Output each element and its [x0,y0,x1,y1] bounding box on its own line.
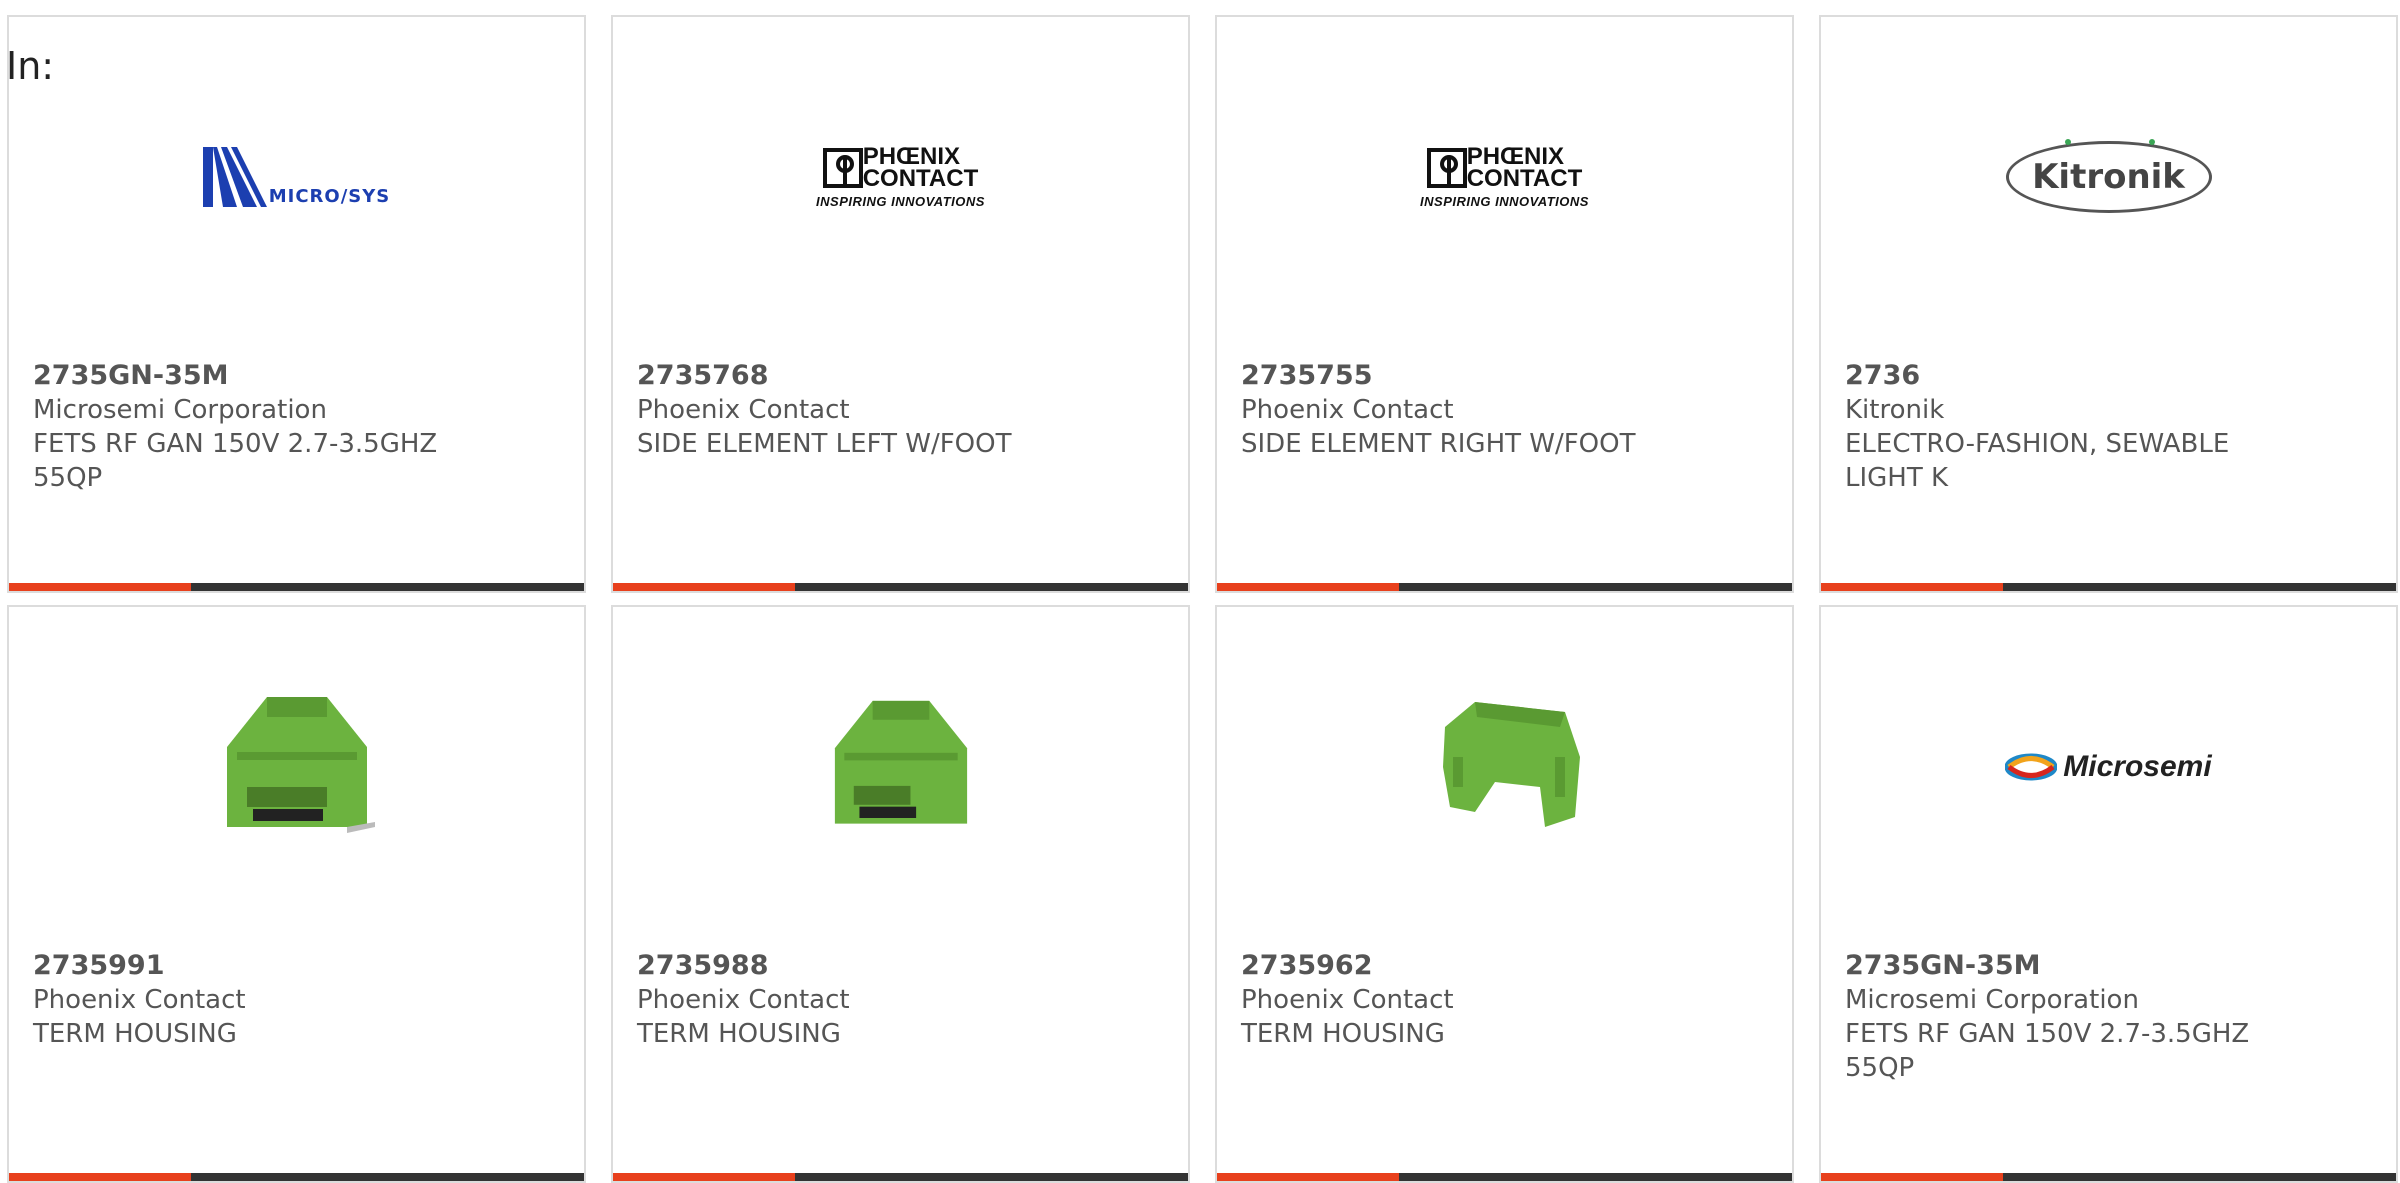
manufacturer: Phoenix Contact [1241,985,1454,1015]
part-number[interactable]: 2735755 [1241,359,1768,393]
phoenix-tagline: INSPIRING INNOVATIONS [1420,193,1589,209]
card-bar [1217,583,1792,591]
card-bar [9,1173,584,1181]
manufacturer: Phoenix Contact [33,985,246,1015]
card-bar-accent [1821,1173,2003,1181]
phoenix-name-line2: CONTACT [862,164,979,192]
kitronik-dot-icon [2064,139,2071,145]
product-info: 2735988 Phoenix Contact TERM HOUSING [637,949,1164,1051]
manufacturer: Phoenix Contact [637,985,850,1015]
description: TERM HOUSING [33,1019,237,1049]
microsemi-swirl-icon [2005,753,2058,781]
product-card[interactable]: MICRO/SYS 2735GN-35M Microsemi Corporati… [7,15,586,593]
kitronik-logo: Kitronik [2005,139,2212,213]
phoenix-mark-icon [1426,147,1467,188]
microsys-stripes-icon [202,147,267,207]
kitronik-logo-text: Kitronik [2032,157,2185,197]
product-info: 2736 Kitronik ELECTRO-FASHION, SEWABLE L… [1845,359,2372,495]
description: ELECTRO-FASHION, SEWABLE LIGHT K [1845,429,2230,493]
manufacturer: Microsemi Corporation [33,395,327,425]
product-info: 2735962 Phoenix Contact TERM HOUSING [1241,949,1768,1051]
terminal-housing-icon [834,700,967,824]
product-card[interactable]: 2735962 Phoenix Contact TERM HOUSING [1215,605,1794,1183]
part-number[interactable]: 2735768 [637,359,1164,393]
product-info: 2735755 Phoenix Contact SIDE ELEMENT RIG… [1241,359,1768,461]
manufacturer: Kitronik [1845,395,1945,425]
product-card[interactable]: Kitronik 2736 Kitronik ELECTRO-FASHION, … [1819,15,2398,593]
card-bar [613,1173,1188,1181]
product-info: 2735GN-35M Microsemi Corporation FETS RF… [33,359,560,495]
terminal-housing-side-icon [1442,702,1580,827]
manufacturer: Phoenix Contact [637,395,850,425]
card-bar-accent [9,1173,191,1181]
microsys-logo: MICRO/SYS [202,147,391,207]
card-bar [1821,583,2396,591]
card-bar [9,583,584,591]
product-info: 2735GN-35M Microsemi Corporation FETS RF… [1845,949,2372,1085]
phoenix-name-line2: CONTACT [1466,164,1583,192]
card-bar [1821,1173,2396,1181]
product-image: Microsemi [1821,667,2396,867]
kitronik-dot-icon [2148,139,2155,145]
product-image: Kitronik [1821,77,2396,277]
product-card[interactable]: Microsemi 2735GN-35M Microsemi Corporati… [1819,605,2398,1183]
card-bar-accent [9,583,191,591]
product-image: PHŒNIX CONTACT INSPIRING INNOVATIONS [1217,77,1792,277]
phoenix-tagline: INSPIRING INNOVATIONS [816,193,985,209]
description: SIDE ELEMENT RIGHT W/FOOT [1241,429,1636,459]
phoenix-mark-icon [822,147,863,188]
microsemi-logo: Microsemi [2005,750,2212,784]
in-label: In: [6,44,55,88]
description: FETS RF GAN 150V 2.7-3.5GHZ 55QP [1845,1019,2250,1083]
product-grid: MICRO/SYS 2735GN-35M Microsemi Corporati… [0,0,2400,1183]
phoenix-contact-logo: PHŒNIX CONTACT INSPIRING INNOVATIONS [1420,144,1589,209]
manufacturer: Microsemi Corporation [1845,985,2139,1015]
product-info: 2735991 Phoenix Contact TERM HOUSING [33,949,560,1051]
description: SIDE ELEMENT LEFT W/FOOT [637,429,1012,459]
microsemi-logo-text: Microsemi [2063,750,2212,783]
product-image [1217,667,1792,867]
card-bar-accent [613,1173,795,1181]
part-number[interactable]: 2735GN-35M [33,359,560,393]
card-bar-accent [1217,1173,1399,1181]
description: FETS RF GAN 150V 2.7-3.5GHZ 55QP [33,429,438,493]
product-card[interactable]: 2735991 Phoenix Contact TERM HOUSING [7,605,586,1183]
card-bar-accent [1217,583,1399,591]
phoenix-contact-logo: PHŒNIX CONTACT INSPIRING INNOVATIONS [816,144,985,209]
product-card[interactable]: PHŒNIX CONTACT INSPIRING INNOVATIONS 273… [1215,15,1794,593]
card-bar [1217,1173,1792,1181]
product-image: MICRO/SYS [9,77,584,277]
product-image [613,667,1188,867]
description: TERM HOUSING [1241,1019,1445,1049]
product-info: 2735768 Phoenix Contact SIDE ELEMENT LEF… [637,359,1164,461]
card-bar-accent [1821,583,2003,591]
part-number[interactable]: 2735991 [33,949,560,983]
card-bar-accent [613,583,795,591]
description: TERM HOUSING [637,1019,841,1049]
manufacturer: Phoenix Contact [1241,395,1454,425]
product-image: PHŒNIX CONTACT INSPIRING INNOVATIONS [613,77,1188,277]
product-card[interactable]: 2735988 Phoenix Contact TERM HOUSING [611,605,1190,1183]
part-number[interactable]: 2735962 [1241,949,1768,983]
part-number[interactable]: 2736 [1845,359,2372,393]
part-number[interactable]: 2735GN-35M [1845,949,2372,983]
product-card[interactable]: PHŒNIX CONTACT INSPIRING INNOVATIONS 273… [611,15,1190,593]
product-image [9,667,584,867]
terminal-housing-icon [226,697,375,833]
part-number[interactable]: 2735988 [637,949,1164,983]
microsys-logo-text: MICRO/SYS [268,186,391,207]
card-bar [613,583,1188,591]
